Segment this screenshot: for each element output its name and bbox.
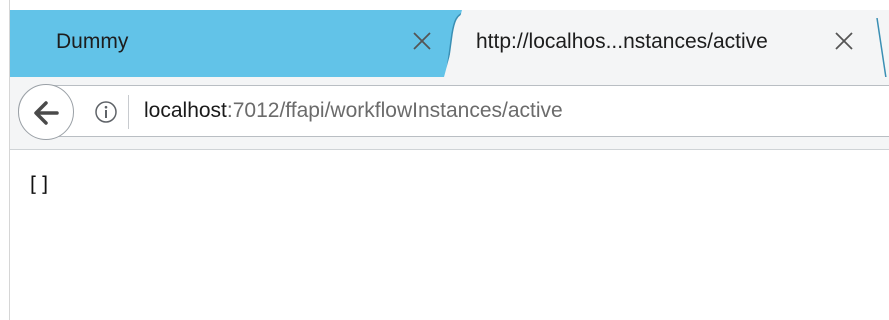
back-button[interactable] [18, 84, 74, 140]
url-text[interactable]: localhost:7012/ffapi/workflowInstances/a… [144, 99, 563, 123]
back-arrow-icon [34, 101, 59, 125]
tab-active[interactable]: http://localhos...nstances/active [444, 10, 889, 77]
close-icon[interactable] [831, 28, 857, 54]
tab-title: http://localhos...nstances/active [476, 30, 768, 53]
close-icon[interactable] [409, 28, 435, 54]
navigation-toolbar: localhost:7012/ffapi/workflowInstances/a… [10, 77, 889, 150]
url-path: :7012/ffapi/workflowInstances/active [226, 99, 563, 122]
url-host: localhost [144, 99, 227, 122]
url-divider [128, 95, 129, 129]
json-response: [] [27, 172, 52, 196]
active-tab-right-edge [876, 18, 887, 77]
tab-dummy[interactable]: Dummy [10, 10, 456, 77]
tab-title: Dummy [56, 30, 129, 53]
page-content: [] [10, 150, 889, 320]
info-icon[interactable] [94, 100, 118, 124]
browser-window: Dummy http://localhos...nstances/active [0, 0, 889, 320]
